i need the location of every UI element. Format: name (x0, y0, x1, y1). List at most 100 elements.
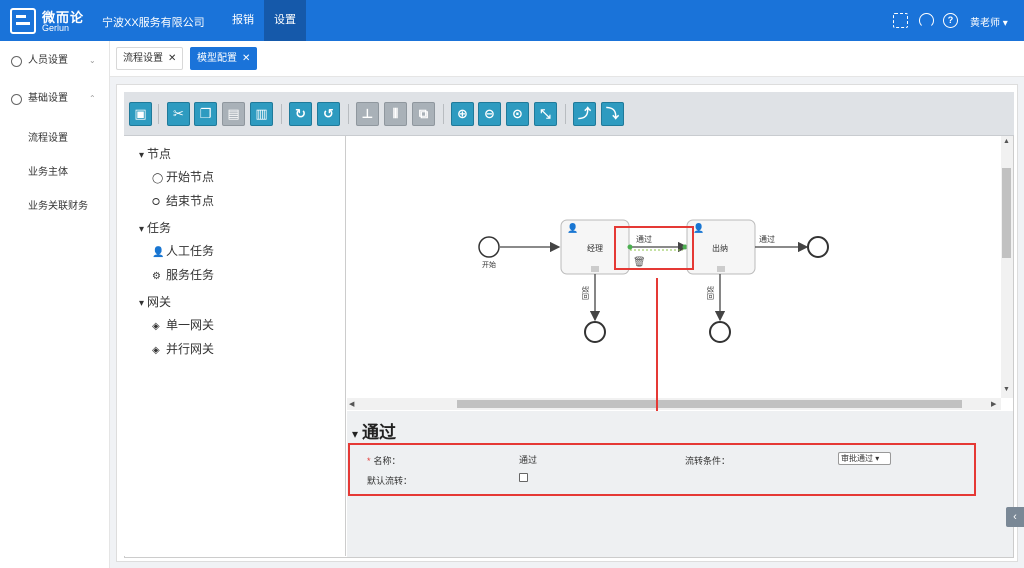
palette-group-gateways[interactable]: 网关 (139, 293, 171, 310)
palette-item-label: 人工任务 (166, 244, 215, 258)
sidebar-group-personnel[interactable]: 人员设置 ⌄ (0, 43, 110, 79)
palette-item-parallel-gateway[interactable]: ◈ 并行网关 (152, 340, 214, 357)
start-event[interactable] (478, 236, 500, 258)
undo-icon[interactable]: ↺ (317, 102, 340, 126)
arrange-icon[interactable]: ⧉ (412, 102, 435, 126)
scroll-left-icon[interactable]: ◀ (349, 400, 354, 408)
parallel-gateway-icon: ◈ (152, 345, 160, 356)
name-value[interactable]: 通过 (519, 453, 537, 466)
palette-item-exclusive-gateway[interactable]: ◈ 单一网关 (152, 316, 214, 333)
user-settings-icon (11, 56, 22, 67)
end-event-reject1[interactable] (584, 321, 606, 343)
flow-diagram[interactable]: 开始 👤 经理 通过 🗑 👤 出纳 通过 驳回 驳回 (347, 136, 1001, 398)
sidebar-item-process-settings[interactable]: 流程设置 (28, 129, 68, 144)
help-icon[interactable]: ? (943, 13, 958, 28)
zoom-out-icon[interactable]: ⊖ (478, 102, 501, 126)
shape-palette: 节点 ◯开始节点 ⭘ 结束节点 任务 👤人工任务 ⚙ 服务任务 网关 ◈ 单一网关 ◈… (124, 136, 346, 556)
toolbar-separator (158, 104, 159, 124)
sidebar-item-finance-link[interactable]: 业务关联财务 (28, 197, 88, 212)
palette-item-label: 并行网关 (166, 342, 215, 356)
redo-icon[interactable]: ↻ (289, 102, 312, 126)
flow-reject1-label: 驳回 (581, 286, 589, 300)
circle-bold-icon: ⭘ (152, 197, 160, 208)
end-event-main[interactable] (807, 236, 829, 258)
palette-group-tasks[interactable]: 任务 (139, 219, 171, 236)
name-label-text: 名称： (373, 456, 401, 466)
palette-item-label: 开始节点 (166, 170, 215, 184)
close-icon[interactable]: ✕ (168, 53, 176, 64)
align-center-icon[interactable]: ⫴ (384, 102, 407, 126)
palette-item-start-node[interactable]: ◯ 开始节点 (152, 168, 214, 185)
palette-group-nodes[interactable]: 节点 (139, 145, 171, 162)
cut-icon[interactable]: ✂ (167, 102, 190, 126)
sidebar-item-business-entity[interactable]: 业务主体 (28, 163, 68, 178)
tab-label: 流程设置 (123, 53, 163, 64)
sidebar-group-label: 人员设置 (28, 55, 68, 66)
default-flow-label: 默认流转： (367, 476, 413, 486)
logo[interactable]: 微而论 Gerlun (10, 6, 100, 36)
user-icon: 👤 (152, 247, 165, 258)
toolbar-separator (443, 104, 444, 124)
tab-bar: 流程设置 ✕ 模型配置 ✕ (110, 41, 1024, 77)
default-flow-checkbox[interactable] (519, 473, 528, 482)
paste-icon[interactable]: ▤ (222, 102, 245, 126)
chevron-left-icon[interactable]: ‹ (1006, 507, 1024, 527)
palette-item-end-node[interactable]: ⭘ 结束节点 (152, 192, 214, 209)
nav-reimbursement[interactable]: 报销 (222, 0, 264, 41)
required-mark: * (367, 456, 371, 466)
task-marker-icon (717, 266, 725, 272)
delete-icon[interactable]: ▥ (250, 102, 273, 126)
sidebar-group-label: 基础设置 (28, 93, 68, 104)
canvas-horizontal-scrollbar[interactable]: ◀ ▶ (347, 398, 1001, 410)
tab-model-config[interactable]: 模型配置 ✕ (190, 47, 258, 70)
edit-path-icon[interactable]: ⤵ (601, 102, 624, 126)
align-top-icon[interactable]: ⊥ (356, 102, 379, 126)
copy-icon[interactable]: ❐ (194, 102, 217, 126)
zoom-actual-icon[interactable]: ⊙ (506, 102, 529, 126)
scrollbar-thumb[interactable] (457, 400, 962, 408)
canvas-vertical-scrollbar[interactable]: ▲ ▼ (1001, 136, 1013, 398)
task-marker-icon (591, 266, 599, 272)
zoom-in-icon[interactable]: ⊕ (451, 102, 474, 126)
circle-outline-icon: ◯ (152, 173, 164, 184)
flow-reject2-label: 驳回 (706, 286, 714, 300)
headset-icon[interactable] (919, 13, 934, 28)
scroll-right-icon[interactable]: ▶ (991, 400, 996, 408)
add-path-icon[interactable]: ⤴ (573, 102, 596, 126)
edge-handle-start[interactable] (627, 244, 633, 250)
scroll-up-icon[interactable]: ▲ (1003, 138, 1010, 145)
close-icon[interactable]: ✕ (242, 53, 250, 64)
tab-process-settings[interactable]: 流程设置 ✕ (116, 47, 184, 70)
diagram-canvas[interactable]: 开始 👤 经理 通过 🗑 👤 出纳 通过 驳回 驳回 (347, 136, 1001, 398)
palette-item-manual-task[interactable]: 👤 人工任务 (152, 242, 214, 259)
palette-item-service-task[interactable]: ⚙ 服务任务 (152, 266, 214, 283)
fit-icon[interactable]: ⤡ (534, 102, 557, 126)
fullscreen-icon[interactable] (893, 13, 908, 28)
tab-label: 模型配置 (197, 53, 237, 64)
palette-item-label: 服务任务 (166, 268, 215, 282)
properties-panel (347, 411, 1013, 557)
delete-icon[interactable]: 🗑 (633, 256, 646, 268)
palette-item-label: 结束节点 (166, 194, 215, 208)
task-manager-label: 经理 (587, 243, 603, 253)
task-cashier-label: 出纳 (712, 243, 728, 253)
sidebar-group-basic[interactable]: 基础设置 ⌃ (0, 81, 110, 117)
condition-label: 流转条件： (685, 456, 731, 466)
toolbar-separator (281, 104, 282, 124)
condition-select[interactable]: 审批通过 ▾ (838, 452, 891, 465)
save-icon[interactable]: ▣ (129, 102, 152, 126)
company-name[interactable]: 宁波XX服务有限公司 (102, 14, 205, 30)
toolbar-separator (348, 104, 349, 124)
palette-item-label: 单一网关 (166, 318, 215, 332)
user-menu[interactable]: 黄老师 ▾ (970, 14, 1008, 29)
scrollbar-thumb[interactable] (1002, 168, 1011, 258)
properties-title[interactable]: 通过 (352, 418, 396, 443)
chevron-down-icon: ⌄ (89, 56, 96, 65)
gear-icon (11, 94, 22, 105)
end-event-reject2[interactable] (709, 321, 731, 343)
gear-icon: ⚙ (152, 271, 161, 282)
nav-settings[interactable]: 设置 (264, 0, 306, 41)
scroll-down-icon[interactable]: ▼ (1003, 386, 1010, 393)
logo-mark-icon (10, 8, 36, 34)
sidebar: 人员设置 ⌄ 基础设置 ⌃ 流程设置 业务主体 业务关联财务 (0, 41, 110, 568)
